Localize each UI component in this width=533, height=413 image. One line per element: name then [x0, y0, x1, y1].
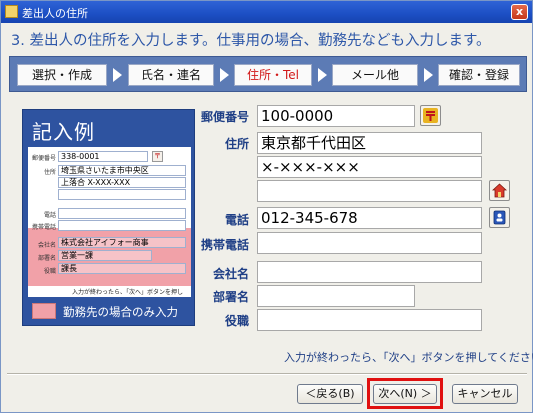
company-input[interactable] — [257, 261, 482, 283]
step-name: 氏名・連名 — [128, 64, 214, 86]
sample-panel: 記入例 郵便番号 338-0001 〒 住所 埼玉県さいたま市中央区 上落合 X… — [22, 109, 195, 326]
window-app-icon — [5, 5, 18, 18]
role-label: 役職 — [224, 314, 249, 328]
step-arrow-icon — [113, 68, 122, 82]
role-input[interactable] — [257, 309, 482, 331]
sample-dept-label: 部署名 — [37, 255, 56, 262]
step-bar: 選択・作成 氏名・連名 住所・Tel メール他 確認・登録 — [9, 56, 527, 92]
postal-lookup-button[interactable] — [420, 105, 441, 126]
title-bar: 差出人の住所 x — [1, 1, 532, 23]
sample-address-label: 住所 — [43, 169, 56, 176]
sample-role-field: 課長 — [58, 263, 186, 274]
dept-label: 部署名 — [212, 290, 249, 304]
phone-label: 電話 — [224, 213, 249, 227]
postal-label: 郵便番号 — [200, 110, 249, 124]
step-mail: メール他 — [332, 64, 418, 86]
step-arrow-icon — [220, 68, 229, 82]
legend-text: 勤務先の場合のみ入力 — [63, 305, 178, 319]
address-book-icon — [493, 210, 506, 225]
dialog-window: 差出人の住所 x 3. 差出人の住所を入力します。仕事用の場合、勤務先なども入力… — [0, 0, 533, 413]
address3-input[interactable] — [257, 180, 482, 202]
step-arrow-icon — [318, 68, 327, 82]
sample-company-label: 会社名 — [37, 242, 56, 249]
instruction-text: 入力が終わったら、「次へ」ボタンを押してください。 — [284, 351, 533, 364]
company-label: 会社名 — [212, 267, 249, 281]
sample-phone-field — [58, 208, 186, 219]
sample-mobile-field — [58, 220, 186, 231]
address1-input[interactable]: 東京都千代田区 — [257, 132, 482, 154]
step-select-create: 選択・作成 — [17, 64, 107, 86]
page-heading: 3. 差出人の住所を入力します。仕事用の場合、勤務先なども入力します。 — [11, 33, 491, 49]
next-button[interactable]: 次へ(N) ＞ — [373, 384, 437, 404]
sample-phone-label: 電話 — [43, 212, 56, 219]
back-button[interactable]: ＜戻る(B) — [297, 384, 363, 404]
step-address-tel: 住所・Tel — [234, 64, 312, 86]
mobile-input[interactable] — [257, 232, 482, 254]
sample-title: 記入例 — [32, 120, 95, 144]
postal-input[interactable]: 100-0000 — [257, 105, 415, 127]
address2-input[interactable]: ×-×××-××× — [257, 156, 482, 178]
sample-postal-label: 郵便番号 — [31, 155, 56, 162]
cancel-button[interactable]: キャンセル — [452, 384, 518, 404]
sample-role-label: 役職 — [43, 268, 56, 275]
sample-address2-field: 上落合 X-XXX-XXX — [58, 177, 186, 188]
sample-note: 入力が終わったら、「次へ」ボタンを押し — [72, 289, 184, 296]
phone-input[interactable]: 012-345-678 — [257, 207, 482, 229]
sample-postal-mark-icon: 〒 — [152, 151, 163, 162]
postal-mark-icon — [423, 108, 438, 123]
address-label: 住所 — [224, 137, 249, 151]
sample-postal-field: 338-0001 — [58, 151, 148, 162]
dept-input[interactable] — [257, 285, 415, 307]
phone-lookup-button[interactable] — [489, 207, 510, 228]
step-confirm: 確認・登録 — [438, 64, 520, 86]
close-button[interactable]: x — [511, 4, 528, 20]
address-lookup-button[interactable] — [489, 180, 510, 201]
sample-address1-field: 埼玉県さいたま市中央区 — [58, 165, 186, 176]
sample-address3-field — [58, 189, 186, 200]
separator — [7, 373, 527, 375]
sample-dept-field: 営業一課 — [58, 250, 152, 261]
sample-form: 郵便番号 338-0001 〒 住所 埼玉県さいたま市中央区 上落合 X-XXX… — [28, 147, 191, 297]
mobile-label: 携帯電話 — [200, 238, 249, 252]
house-icon — [492, 183, 507, 198]
step-arrow-icon — [424, 68, 433, 82]
sample-company-field: 株式会社アイフォー商事 — [58, 237, 186, 248]
legend-swatch — [32, 303, 56, 319]
sample-mobile-label: 携帯電話 — [31, 224, 56, 231]
window-title: 差出人の住所 — [22, 7, 88, 20]
